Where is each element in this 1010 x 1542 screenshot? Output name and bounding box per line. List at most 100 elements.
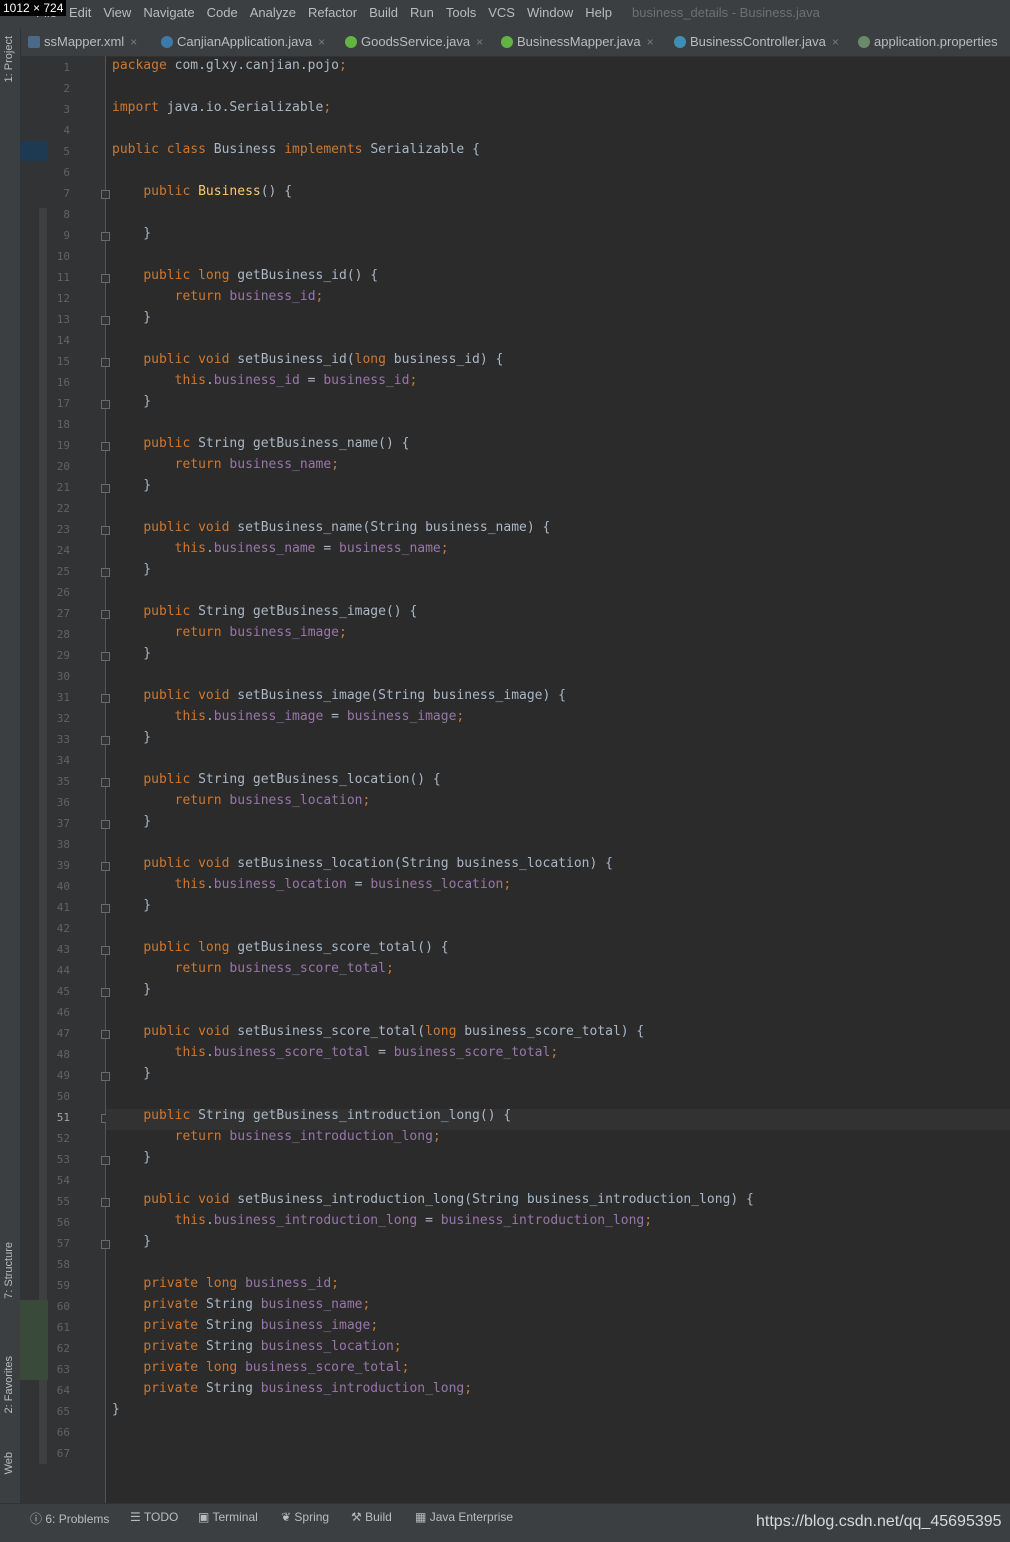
menu-window[interactable]: Window	[527, 5, 573, 20]
menu-refactor[interactable]: Refactor	[308, 5, 357, 20]
code-line: this.business_image = business_image;	[174, 709, 465, 724]
fold-toggle-icon[interactable]	[101, 1156, 110, 1165]
fold-toggle-icon[interactable]	[101, 442, 110, 451]
build-tool-button[interactable]: ⚒ Build	[351, 1510, 392, 1524]
tab-ssmapper[interactable]: ssMapper.xml ×	[28, 34, 137, 49]
terminal-tool-button[interactable]: ▣ Terminal	[198, 1510, 258, 1524]
spring-class-icon	[161, 35, 173, 48]
fold-toggle-icon[interactable]	[101, 988, 110, 997]
tab-goodsservice[interactable]: GoodsService.java ×	[345, 34, 483, 49]
tab-businessmapper[interactable]: BusinessMapper.java ×	[501, 34, 654, 49]
fold-toggle-icon[interactable]	[101, 610, 110, 619]
close-icon[interactable]: ×	[647, 35, 654, 49]
spring-tool-button[interactable]: ❦ Spring	[281, 1510, 329, 1524]
close-icon[interactable]: ×	[318, 35, 325, 49]
line-number: 35	[56, 775, 70, 788]
line-number: 58	[56, 1258, 70, 1271]
menu-edit[interactable]: Edit	[69, 5, 91, 20]
code-line: private String business_image;	[143, 1318, 379, 1333]
web-tool-button[interactable]: Web	[3, 1452, 15, 1474]
favorites-tool-button[interactable]: 2: Favorites	[3, 1356, 15, 1413]
line-number: 32	[56, 712, 70, 725]
menu-view[interactable]: View	[103, 5, 131, 20]
fold-toggle-icon[interactable]	[101, 400, 110, 409]
line-number: 24	[56, 544, 70, 557]
line-number: 63	[56, 1363, 70, 1376]
menu-build[interactable]: Build	[369, 5, 398, 20]
menu-navigate[interactable]: Navigate	[143, 5, 194, 20]
structure-tool-button[interactable]: 7: Structure	[3, 1242, 15, 1299]
line-number: 18	[56, 418, 70, 431]
line-number: 44	[56, 964, 70, 977]
tab-canjianapplication[interactable]: CanjianApplication.java ×	[161, 34, 325, 49]
menu-tools[interactable]: Tools	[446, 5, 476, 20]
code-line: }	[112, 394, 152, 409]
menu-run[interactable]: Run	[410, 5, 434, 20]
tab-application-properties[interactable]: application.properties	[858, 34, 998, 49]
fold-toggle-icon[interactable]	[101, 904, 110, 913]
line-number: 33	[56, 733, 70, 746]
fold-toggle-icon[interactable]	[101, 820, 110, 829]
line-number: 53	[56, 1153, 70, 1166]
line-number: 17	[56, 397, 70, 410]
code-line: }	[112, 730, 152, 745]
code-line: this.business_score_total = business_sco…	[174, 1045, 559, 1060]
fold-toggle-icon[interactable]	[101, 862, 110, 871]
fold-toggle-icon[interactable]	[101, 1072, 110, 1081]
menu-code[interactable]: Code	[207, 5, 238, 20]
hammer-icon: ⚒	[351, 1510, 362, 1524]
terminal-label: Terminal	[212, 1510, 258, 1524]
interface-icon	[345, 35, 357, 48]
close-icon[interactable]: ×	[476, 35, 483, 49]
menu-analyze[interactable]: Analyze	[250, 5, 296, 20]
line-number: 62	[56, 1342, 70, 1355]
code-line: this.business_id = business_id;	[174, 373, 418, 388]
line-number: 67	[56, 1447, 70, 1460]
line-number: 25	[56, 565, 70, 578]
code-line: private String business_introduction_lon…	[143, 1381, 473, 1396]
line-number: 6	[63, 166, 70, 179]
todo-tool-button[interactable]: ☰ TODO	[130, 1510, 178, 1524]
code-line: }	[112, 226, 152, 241]
fold-toggle-icon[interactable]	[101, 316, 110, 325]
fold-toggle-icon[interactable]	[101, 1198, 110, 1207]
fold-toggle-icon[interactable]	[101, 358, 110, 367]
line-number: 55	[56, 1195, 70, 1208]
tab-businesscontroller[interactable]: BusinessController.java ×	[674, 34, 839, 49]
code-line: }	[112, 1234, 152, 1249]
line-number: 2	[63, 82, 70, 95]
tab-label: CanjianApplication.java	[177, 34, 313, 49]
problems-tool-button[interactable]: ⓘ 6: Problems	[30, 1510, 109, 1527]
fold-toggle-icon[interactable]	[101, 736, 110, 745]
fold-toggle-icon[interactable]	[101, 946, 110, 955]
fold-toggle-icon[interactable]	[101, 568, 110, 577]
fold-toggle-icon[interactable]	[101, 274, 110, 283]
fold-toggle-icon[interactable]	[101, 778, 110, 787]
close-icon[interactable]: ×	[832, 35, 839, 49]
code-line: }	[112, 478, 152, 493]
line-number: 11	[56, 271, 70, 284]
code-line: public String getBusiness_image() {	[143, 604, 418, 619]
fold-toggle-icon[interactable]	[101, 1030, 110, 1039]
tab-label: ssMapper.xml	[44, 34, 125, 49]
problems-label: 6: Problems	[45, 1512, 110, 1526]
code-line: }	[112, 646, 152, 661]
fold-toggle-icon[interactable]	[101, 694, 110, 703]
fold-toggle-icon[interactable]	[101, 232, 110, 241]
menu-vcs[interactable]: VCS	[488, 5, 515, 20]
fold-toggle-icon[interactable]	[101, 652, 110, 661]
code-line: private long business_id;	[143, 1276, 339, 1291]
code-line: public class Business implements Seriali…	[112, 142, 480, 157]
properties-icon	[858, 35, 870, 48]
close-icon[interactable]: ×	[130, 35, 137, 49]
fold-toggle-icon[interactable]	[101, 190, 110, 199]
project-tool-button[interactable]: 1: Project	[3, 36, 15, 82]
line-number: 20	[56, 460, 70, 473]
menu-help[interactable]: Help	[585, 5, 612, 20]
java-enterprise-tool-button[interactable]: ▦ Java Enterprise	[415, 1510, 513, 1524]
fold-toggle-icon[interactable]	[101, 1240, 110, 1249]
code-line: public String getBusiness_name() {	[143, 436, 410, 451]
line-number: 23	[56, 523, 70, 536]
fold-toggle-icon[interactable]	[101, 484, 110, 493]
fold-toggle-icon[interactable]	[101, 526, 110, 535]
